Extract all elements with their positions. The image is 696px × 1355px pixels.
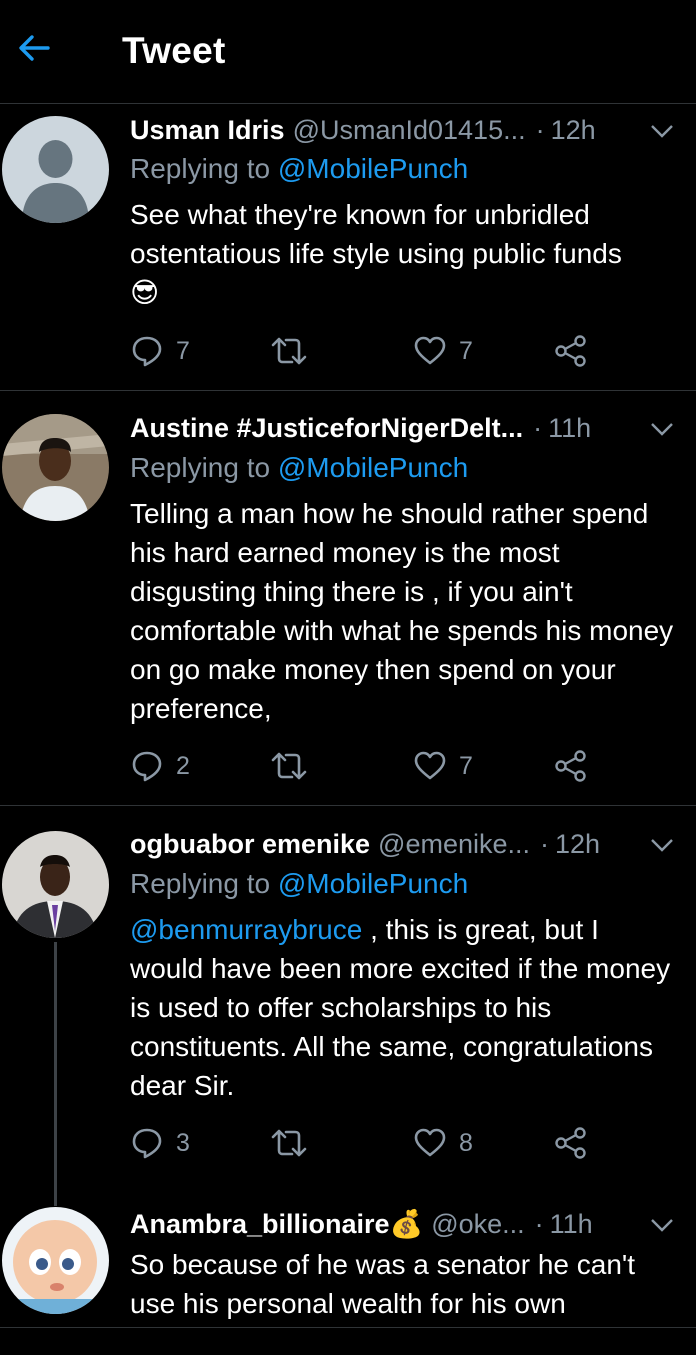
separator-dot: · (533, 412, 543, 443)
heart-icon (414, 336, 446, 365)
money-bag-emoji: 💰 (389, 1209, 424, 1239)
avatar-photo[interactable] (2, 414, 109, 521)
share-icon (555, 750, 586, 782)
reply-button[interactable]: 2 (130, 746, 190, 786)
tweet-mention[interactable]: @benmurraybruce (130, 914, 362, 945)
thread-line (54, 942, 57, 1196)
like-count: 8 (459, 1128, 473, 1157)
avatar-photo[interactable] (2, 831, 109, 938)
timestamp[interactable]: 12h (551, 115, 596, 146)
author-handle[interactable]: @UsmanId01415... (293, 115, 526, 146)
share-button[interactable] (554, 746, 588, 786)
share-icon (555, 1127, 586, 1159)
tweet-reply[interactable]: Usman Idris @UsmanId01415... · 12h Reply… (0, 104, 696, 391)
reply-count: 3 (176, 1128, 190, 1157)
reply-icon (132, 751, 162, 782)
top-bar: Tweet (0, 0, 696, 104)
share-button[interactable] (554, 331, 588, 371)
tweet-actions: 3 8 (130, 1123, 600, 1163)
share-button[interactable] (554, 1123, 588, 1163)
separator-dot: · (534, 1208, 544, 1239)
replying-to: Replying to @MobilePunch (130, 868, 468, 900)
reply-button[interactable]: 7 (130, 331, 190, 371)
reply-icon (132, 1128, 162, 1159)
thread-line (54, 1196, 57, 1206)
chevron-down-icon[interactable] (648, 415, 676, 443)
reply-count: 2 (176, 751, 190, 780)
author-name[interactable]: Anambra_billionaire (130, 1209, 390, 1240)
avatar-cartoon[interactable] (2, 1207, 109, 1314)
tweet-reply[interactable]: Anambra_billionaire 💰 @oke... · 11h So be… (0, 1196, 696, 1328)
author-name[interactable]: Austine #JusticeforNigerDelt... (130, 413, 523, 444)
retweet-icon (271, 752, 307, 780)
tweet-text: So because of he was a senator he can't … (130, 1249, 636, 1319)
reply-count: 7 (176, 336, 190, 365)
retweet-button[interactable] (270, 1123, 320, 1163)
author-name[interactable]: Usman Idris (130, 115, 285, 146)
avatar-default[interactable] (2, 116, 109, 223)
replying-to: Replying to @MobilePunch (130, 153, 468, 185)
separator-dot: · (540, 828, 550, 859)
heart-icon (414, 751, 446, 780)
reply-button[interactable]: 3 (130, 1123, 190, 1163)
tweet-text: Telling a man how he should rather spend… (130, 498, 674, 724)
replying-label: Replying to (130, 153, 278, 184)
like-button[interactable]: 7 (413, 331, 473, 371)
separator-dot: · (535, 114, 545, 145)
like-count: 7 (459, 336, 473, 365)
replying-to-mention[interactable]: @MobilePunch (278, 153, 468, 184)
tweet-reply[interactable]: Austine #JusticeforNigerDelt... · 11h Re… (0, 391, 696, 806)
heart-icon (414, 1128, 446, 1157)
chevron-down-icon[interactable] (648, 117, 676, 145)
tweet-text: See what they're known for unbridled ost… (130, 195, 675, 312)
author-handle[interactable]: @oke... (431, 1209, 524, 1240)
tweet-text-content: See what they're known for unbridled ost… (130, 199, 622, 269)
replying-to: Replying to @MobilePunch (130, 452, 468, 484)
tweet-reply[interactable]: ogbuabor emenike @emenike... · 12h Reply… (0, 806, 696, 1196)
like-button[interactable]: 7 (413, 746, 473, 786)
replying-to-mention[interactable]: @MobilePunch (278, 868, 468, 899)
chevron-down-icon[interactable] (648, 831, 676, 859)
reply-icon (132, 336, 162, 367)
retweet-button[interactable] (270, 331, 320, 371)
tweet-actions: 2 7 (130, 746, 600, 786)
replying-label: Replying to (130, 868, 278, 899)
retweet-icon (271, 337, 307, 365)
timestamp[interactable]: 11h (548, 413, 591, 444)
chevron-down-icon[interactable] (648, 1211, 676, 1239)
replying-label: Replying to (130, 452, 278, 483)
tweet-actions: 7 7 (130, 331, 600, 371)
retweet-button[interactable] (270, 746, 320, 786)
author-name[interactable]: ogbuabor emenike (130, 829, 370, 860)
page-title: Tweet (122, 30, 226, 71)
tweet-text: @benmurraybruce , this is great, but I w… (130, 910, 675, 1105)
timestamp[interactable]: 12h (555, 829, 600, 860)
back-arrow-icon[interactable] (14, 28, 54, 68)
emoji: 😎 (130, 277, 160, 308)
share-icon (555, 335, 586, 367)
author-handle[interactable]: @emenike... (378, 829, 530, 860)
replying-to-mention[interactable]: @MobilePunch (278, 452, 468, 483)
timestamp[interactable]: 11h (550, 1209, 593, 1240)
like-button[interactable]: 8 (413, 1123, 473, 1163)
retweet-icon (271, 1129, 307, 1157)
like-count: 7 (459, 751, 473, 780)
